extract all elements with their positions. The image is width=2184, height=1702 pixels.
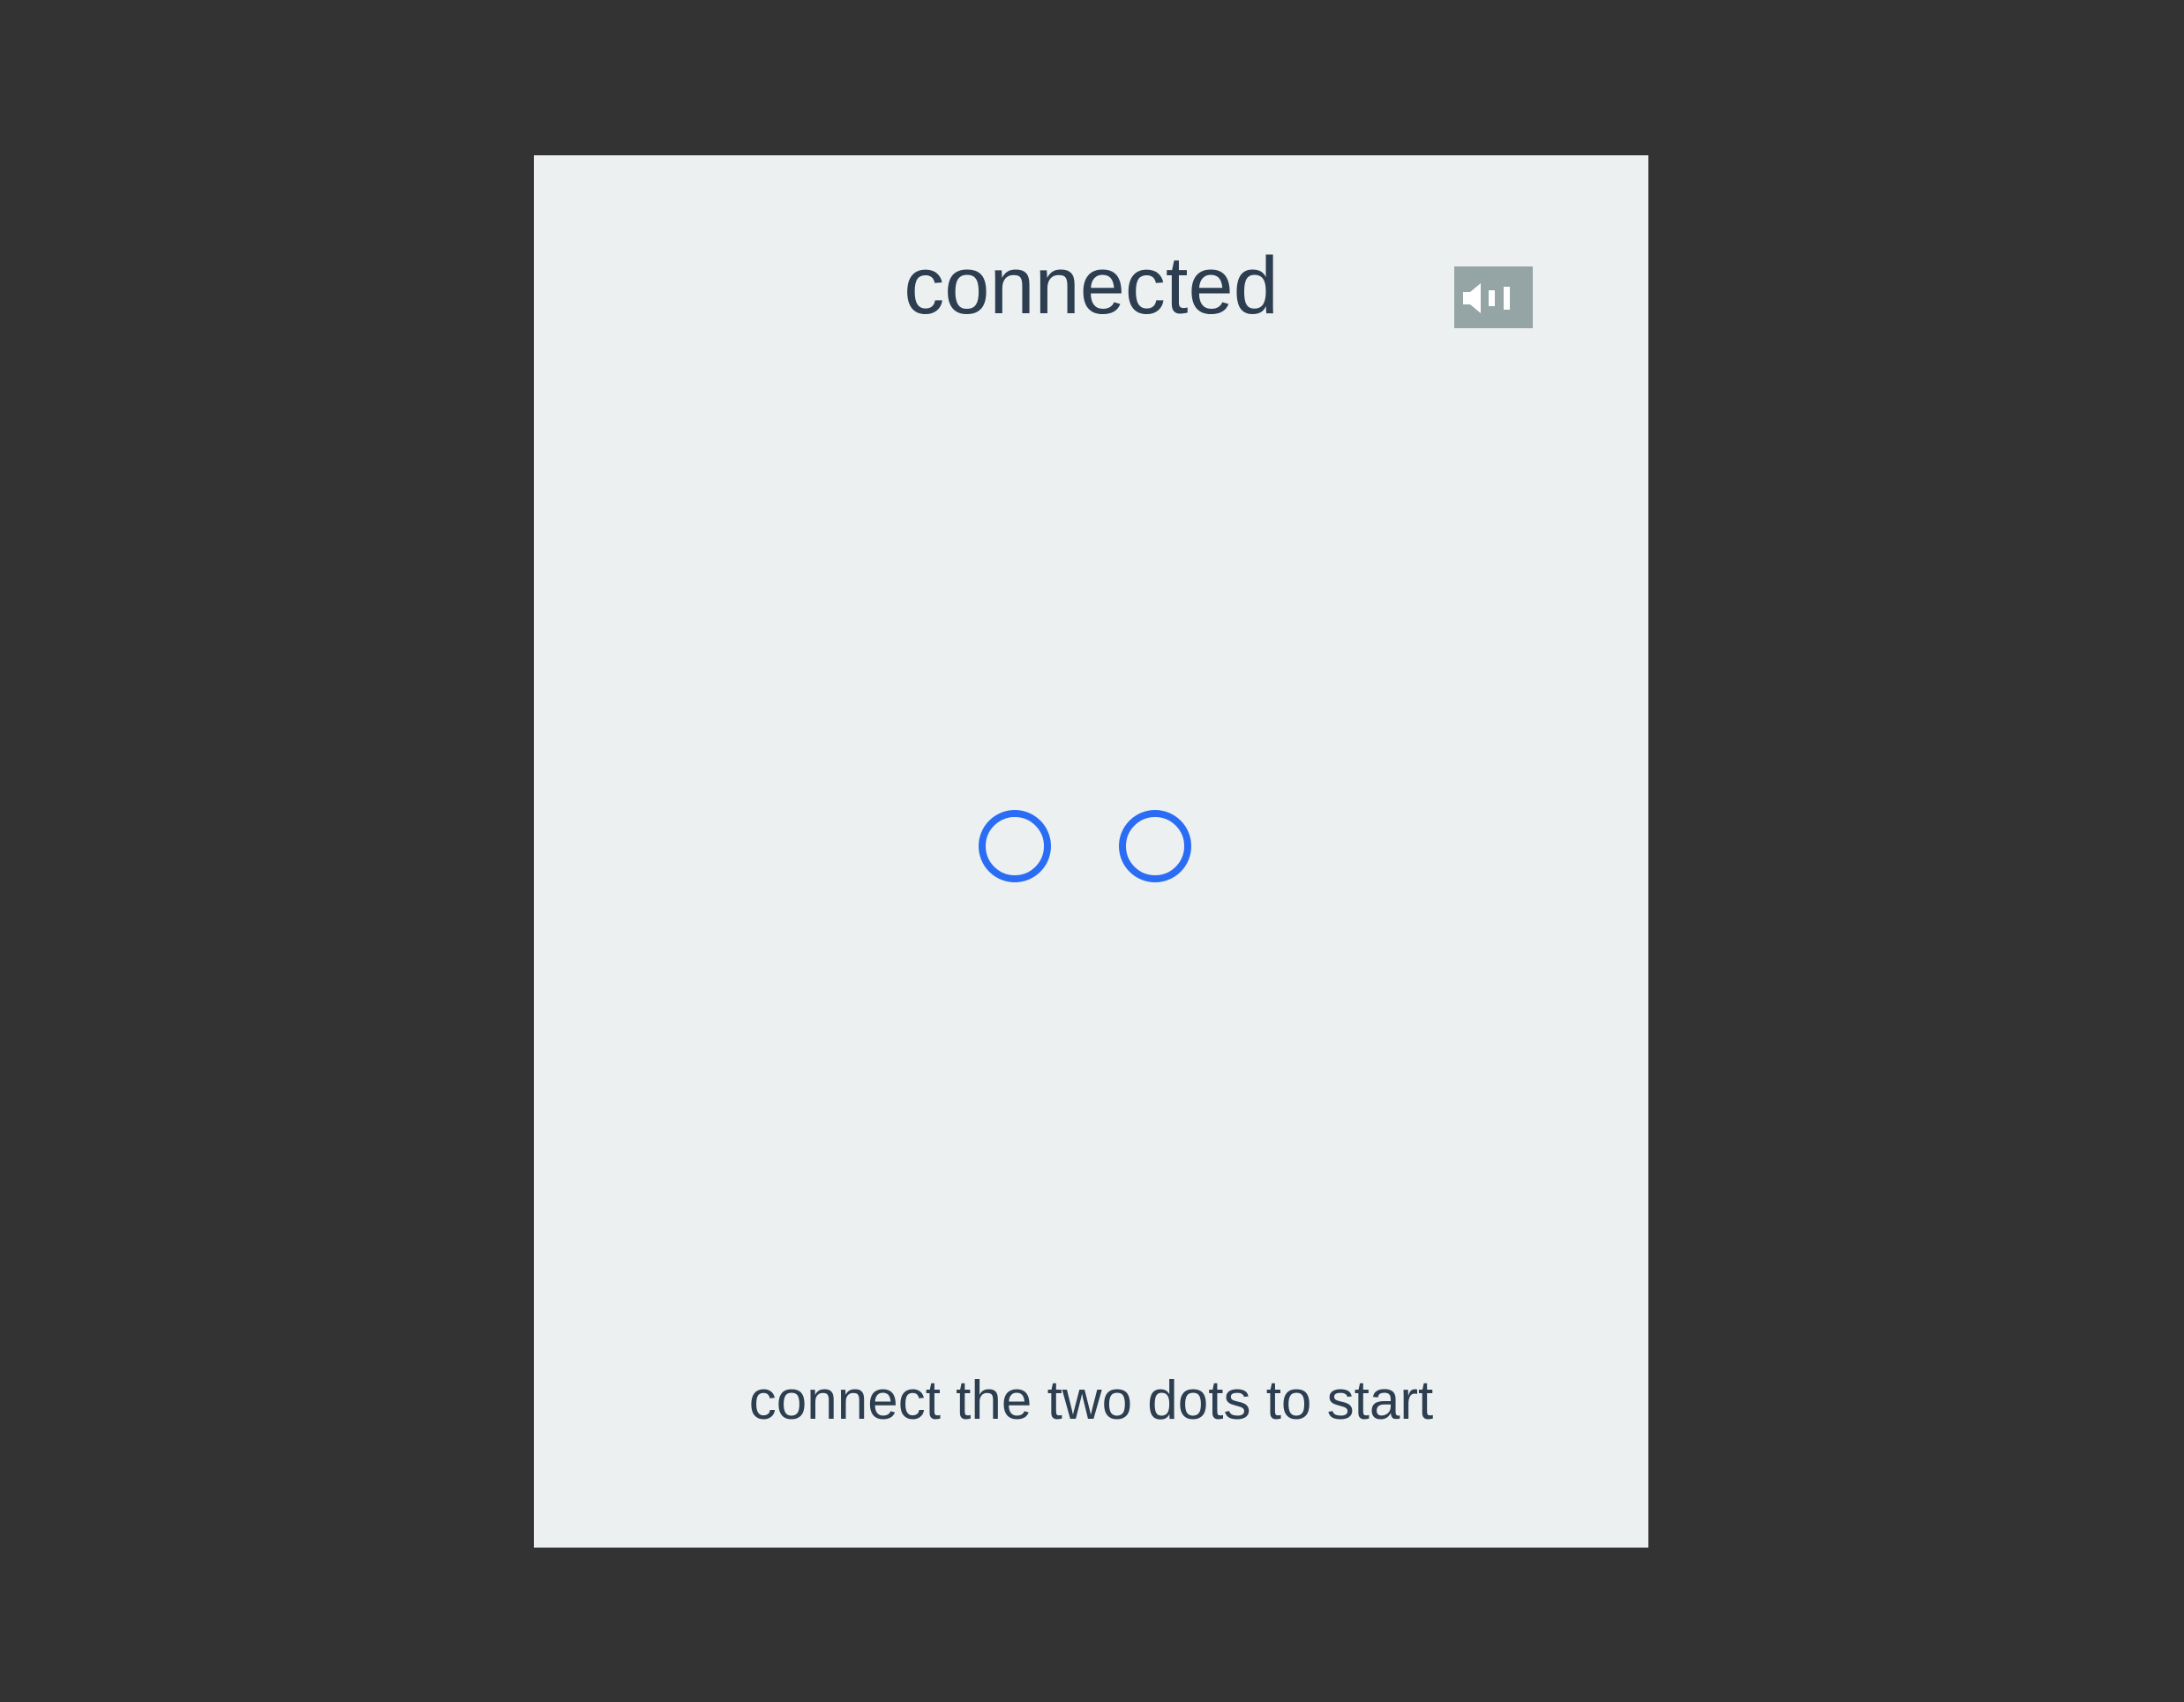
instruction-text: connect the two dots to start	[748, 1370, 1434, 1431]
game-panel: connected connect the two dots to start	[534, 155, 1648, 1548]
dot-right[interactable]	[1119, 810, 1191, 882]
dot-left[interactable]	[979, 810, 1051, 882]
dots-area	[534, 155, 1648, 1548]
